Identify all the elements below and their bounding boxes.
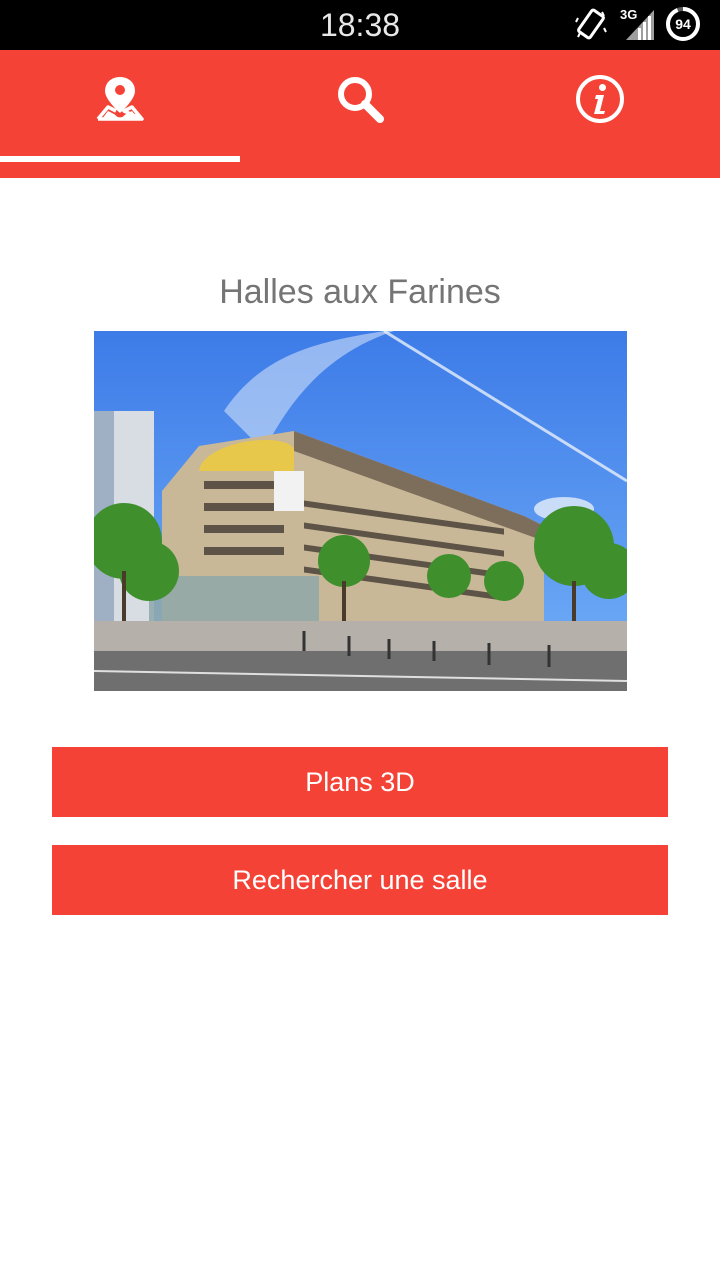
status-bar: 18:38 3G 94 xyxy=(0,0,720,50)
plans-3d-button[interactable]: Plans 3D xyxy=(52,747,668,817)
selected-tab-indicator xyxy=(0,156,240,162)
tab-info[interactable] xyxy=(480,50,720,178)
vibrate-icon xyxy=(575,8,607,40)
battery-level: 94 xyxy=(675,16,691,32)
page-title: Halles aux Farines xyxy=(219,273,501,311)
building-photo xyxy=(94,331,627,691)
tab-bar xyxy=(0,50,720,178)
tab-search[interactable] xyxy=(240,50,480,178)
status-time: 18:38 xyxy=(319,7,401,43)
map-pin-icon xyxy=(96,77,144,121)
search-room-button[interactable]: Rechercher une salle xyxy=(52,845,668,915)
signal-icon xyxy=(626,10,654,40)
search-icon xyxy=(338,77,384,123)
info-icon xyxy=(576,75,624,123)
